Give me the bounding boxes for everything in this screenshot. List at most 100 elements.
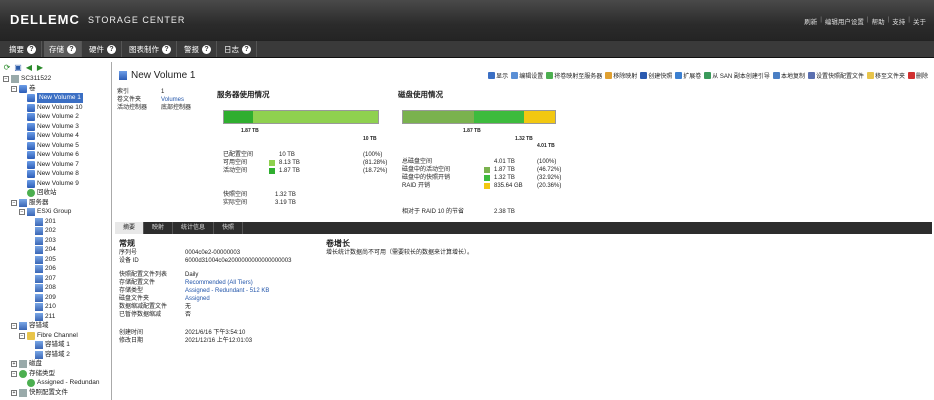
snapshot-space-label: 快照空间 (223, 192, 248, 198)
refresh-link[interactable]: 刷新 (804, 16, 817, 26)
disk-tick-total: 4.01 TB (537, 143, 555, 149)
usage-row-value: 1.87 TB (494, 167, 515, 173)
tab-storage[interactable]: 存储? (44, 41, 82, 57)
tree-server-host[interactable]: 211 (0, 312, 111, 322)
usage-row: 磁盘中的活动空间 1.87 TB (46.72%) (402, 166, 577, 174)
tree-server-host[interactable]: 203 (0, 236, 111, 246)
forward-arrow-icon[interactable]: ▶ (36, 64, 44, 72)
tree-server-host[interactable]: 210 (0, 302, 111, 312)
tree-snapshot-profiles[interactable]: + 快照配置文件 (0, 388, 111, 398)
detail-key: 修改日期 (119, 338, 144, 344)
tree-server-host[interactable]: 201 (0, 217, 111, 227)
tree-servers[interactable]: − 服务器 (0, 198, 111, 208)
usage-row-value: 1.32 TB (494, 175, 515, 181)
local-copy-button[interactable]: 本地复制 (772, 71, 805, 80)
expand-toggle-icon[interactable]: − (11, 199, 17, 206)
tree-server-host[interactable]: 208 (0, 283, 111, 293)
tab-detail-statistics[interactable]: 统计信息 (173, 222, 215, 234)
tree-volume-item[interactable]: New Volume 4 (0, 131, 111, 141)
detail-value: 2021/6/16 下午3:54:10 (185, 330, 246, 336)
tree-label: 203 (45, 236, 56, 244)
detail-link[interactable]: Recommended (All Tiers) (185, 279, 253, 287)
detail-link[interactable]: Assigned (185, 295, 210, 303)
tree-server-host[interactable]: 204 (0, 245, 111, 255)
tree-storage-types[interactable]: − 存储类型 (0, 369, 111, 379)
expand-toggle-icon[interactable]: − (11, 370, 17, 377)
about-link[interactable]: 关于 (913, 16, 926, 26)
tree-server-host[interactable]: 202 (0, 226, 111, 236)
tree-server-host[interactable]: 209 (0, 293, 111, 303)
usage-row-value: 10 TB (279, 152, 295, 158)
volume-title: New Volume 1 (119, 70, 195, 81)
tab-summary[interactable]: 摘要? (4, 41, 42, 57)
tree-volume-item[interactable]: New Volume 8 (0, 169, 111, 179)
back-arrow-icon[interactable]: ◀ (25, 64, 33, 72)
help-link[interactable]: 帮助 (872, 16, 885, 26)
help-icon[interactable]: ? (242, 44, 251, 54)
tree-disks[interactable]: + 磁盘 (0, 359, 111, 369)
tree-recycle-bin[interactable]: 回收站 (0, 188, 111, 198)
tab-logs[interactable]: 日志? (219, 41, 257, 57)
expand-toggle-icon[interactable]: + (11, 389, 17, 396)
tree-fault-domain[interactable]: 容错域 2 (0, 350, 111, 360)
expand-toggle-icon[interactable]: − (11, 85, 17, 92)
tree-storage-type-item[interactable]: Assigned - Redundan (0, 378, 111, 388)
boot-from-san-button[interactable]: 从 SAN 副本创建引导 (704, 71, 770, 80)
top-header: DELLEMC STORAGE CENTER 刷新 | 编辑用户设置 | 帮助 | 支… (0, 0, 934, 40)
save-icon[interactable]: ▣ (14, 64, 22, 72)
detail-link[interactable]: Assigned - Redundant - 512 KB (185, 287, 269, 295)
tree-root-system[interactable]: − SC311522 (0, 74, 111, 84)
refresh-icon[interactable]: ⟳ (3, 64, 11, 72)
help-icon[interactable]: ? (27, 44, 36, 54)
tree-server-host[interactable]: 207 (0, 274, 111, 284)
tree-volume-item[interactable]: New Volume 3 (0, 122, 111, 132)
tree-volume-item[interactable]: New Volume 6 (0, 150, 111, 160)
edit-settings-button[interactable]: 编辑设置 (511, 71, 543, 80)
tree-server-host[interactable]: 206 (0, 264, 111, 274)
tree-volume-item[interactable]: New Volume 2 (0, 112, 111, 122)
help-icon[interactable]: ? (107, 44, 116, 54)
tree-fibre-channel[interactable]: − Fibre Channel (0, 331, 111, 341)
tab-detail-mapping[interactable]: 映射 (144, 222, 174, 234)
tree-fault-domain[interactable]: 容错域 1 (0, 340, 111, 350)
move-to-folder-button[interactable]: 移至文件夹 (866, 71, 905, 80)
expand-toggle-icon[interactable]: + (11, 361, 17, 367)
remove-mapping-button[interactable]: 移除映射 (605, 71, 637, 80)
help-icon[interactable]: ? (162, 44, 171, 54)
tree-label: 容错域 2 (45, 350, 70, 358)
expand-toggle-icon[interactable]: − (19, 209, 25, 215)
tab-detail-snapshots[interactable]: 快照 (214, 222, 244, 234)
tree-volume-item[interactable]: New Volume 9 (0, 179, 111, 189)
show-button[interactable]: 显示 (488, 71, 508, 80)
tab-alerts[interactable]: 警报? (179, 41, 217, 57)
set-snapshot-profile-button[interactable]: 设置快照配置文件 (807, 71, 864, 80)
tab-detail-summary[interactable]: 摘要 (115, 222, 145, 234)
help-icon[interactable]: ? (67, 44, 76, 54)
disk-usage-heading: 磁盘使用情况 (398, 90, 443, 99)
tab-hardware[interactable]: 硬件? (84, 41, 122, 57)
server-usage-bar (223, 110, 379, 124)
tree-esxi-group[interactable]: − ESXi Group (0, 207, 111, 217)
usage-row-percent: (18.72%) (363, 168, 388, 174)
tree-fault-domains[interactable]: − 容错域 (0, 321, 111, 331)
help-icon[interactable]: ? (202, 44, 211, 54)
expand-toggle-icon[interactable]: − (19, 332, 25, 339)
support-link[interactable]: 支持 (892, 16, 905, 26)
expand-toggle-icon[interactable]: − (11, 323, 17, 329)
create-snapshot-button[interactable]: 创建快照 (640, 71, 672, 80)
boot-icon (704, 72, 712, 79)
delete-button[interactable]: 删除 (907, 71, 928, 80)
tree-volume-item[interactable]: New Volume 5 (0, 141, 111, 151)
tree-volume-item[interactable]: New Volume 1 (0, 93, 111, 103)
tree-label: New Volume 4 (37, 132, 79, 139)
tab-charting[interactable]: 图表制作? (124, 41, 177, 57)
expand-volume-button[interactable]: 扩展卷 (675, 71, 701, 80)
expand-toggle-icon[interactable]: − (3, 76, 9, 82)
tree-volume-item[interactable]: New Volume 10 (0, 103, 111, 113)
edit-user-settings-link[interactable]: 编辑用户设置 (825, 16, 864, 26)
map-volume-button[interactable]: 将卷映射至服务器 (546, 71, 602, 80)
tree-volume-item[interactable]: New Volume 7 (0, 160, 111, 170)
tree-volumes-folder[interactable]: − 卷 (0, 84, 111, 94)
tree-server-host[interactable]: 205 (0, 255, 111, 265)
folder-link[interactable]: Volumes (161, 96, 213, 104)
